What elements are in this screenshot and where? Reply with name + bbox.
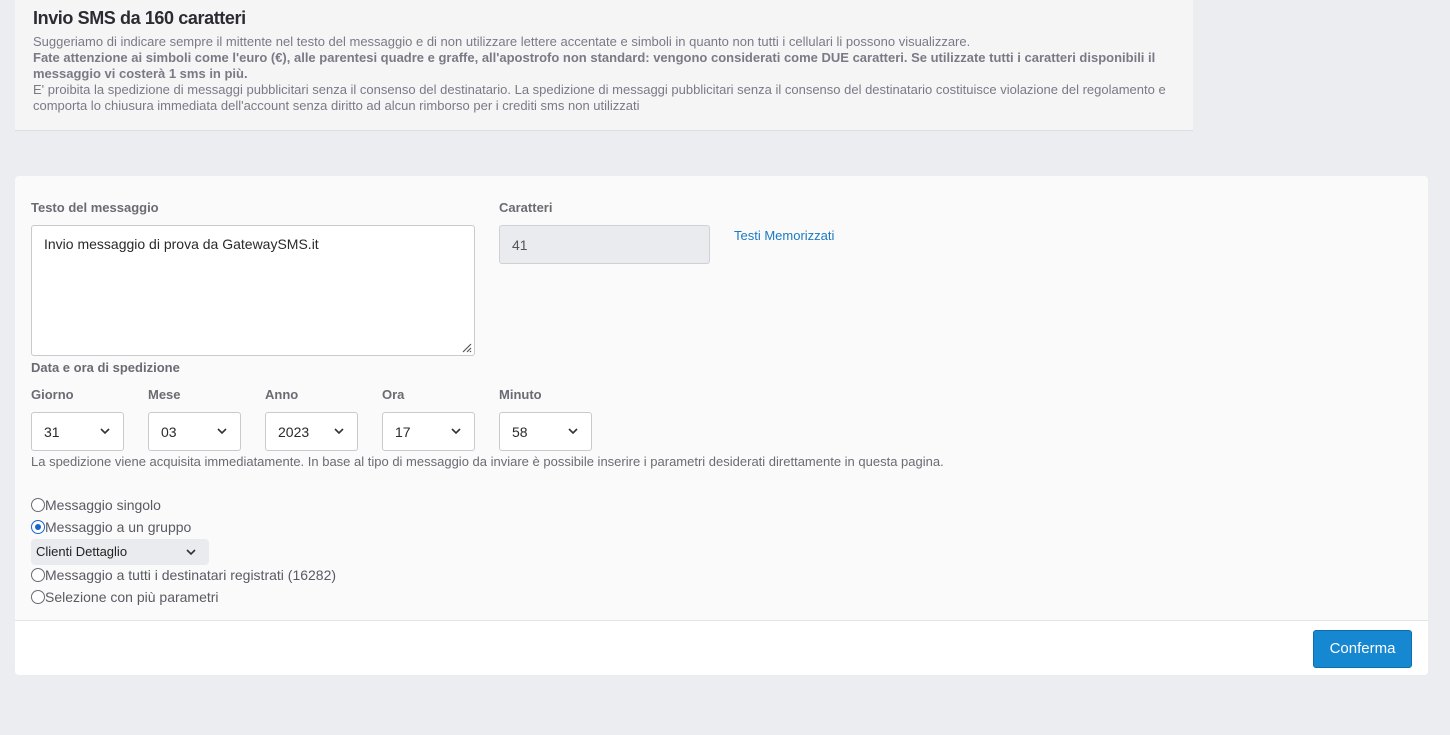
chars-count-field: 41 [499, 225, 710, 264]
group-select[interactable]: Clienti Dettaglio [31, 539, 209, 565]
radio-group-message[interactable]: Messaggio a un gruppo [31, 519, 191, 535]
chars-label: Caratteri [499, 200, 553, 215]
radio-multi-params[interactable]: Selezione con più parametri [31, 589, 219, 605]
message-textarea[interactable]: Invio messaggio di prova da GatewaySMS.i… [31, 225, 475, 356]
saved-texts-link[interactable]: Testi Memorizzati [734, 228, 834, 243]
info-panel: Invio SMS da 160 caratteri Suggeriamo di… [15, 0, 1193, 131]
hour-value: 17 [395, 424, 411, 440]
year-value: 2023 [278, 424, 310, 440]
minute-value: 58 [512, 424, 528, 440]
info-text-legal: E' proibita la spedizione di messaggi pu… [33, 82, 1166, 113]
minute-select[interactable]: 58 [499, 412, 592, 451]
radio-button[interactable] [31, 568, 45, 582]
group-value: Clienti Dettaglio [36, 544, 128, 559]
form-footer: Conferma [15, 620, 1428, 675]
message-text: Invio messaggio di prova da GatewaySMS.i… [44, 236, 319, 252]
chevron-down-icon [217, 428, 227, 435]
chevron-down-icon [568, 428, 578, 435]
resize-handle-icon[interactable] [460, 341, 472, 353]
radio-single-message[interactable]: Messaggio singolo [31, 497, 161, 513]
chevron-down-icon [451, 428, 461, 435]
hour-select[interactable]: 17 [382, 412, 475, 451]
year-select[interactable]: 2023 [265, 412, 358, 451]
day-value: 31 [44, 424, 60, 440]
radio-all-label: Messaggio a tutti i destinatari registra… [45, 567, 337, 583]
radio-group-label: Messaggio a un gruppo [45, 519, 192, 535]
radio-params-label: Selezione con più parametri [45, 589, 219, 605]
sms-form-card: Testo del messaggio Invio messaggio di p… [15, 176, 1428, 675]
radio-all-recipients[interactable]: Messaggio a tutti i destinatari registra… [31, 567, 336, 583]
minute-label: Minuto [499, 387, 542, 402]
confirm-button[interactable]: Conferma [1313, 630, 1412, 668]
year-label: Anno [265, 387, 299, 402]
chevron-down-icon [186, 549, 196, 556]
chars-count-value: 41 [512, 237, 528, 253]
datetime-label: Data e ora di spedizione [31, 360, 180, 375]
page-title: Invio SMS da 160 caratteri [33, 8, 246, 28]
chevron-down-icon [334, 428, 344, 435]
chevron-down-icon [100, 428, 110, 435]
send-note: La spedizione viene acquisita immediatam… [31, 454, 944, 469]
month-value: 03 [161, 424, 177, 440]
radio-button-selected[interactable] [31, 520, 45, 534]
day-select[interactable]: 31 [31, 412, 124, 451]
hour-label: Ora [382, 387, 405, 402]
day-label: Giorno [31, 387, 74, 402]
message-label: Testo del messaggio [31, 200, 159, 215]
radio-button[interactable] [31, 590, 45, 604]
info-text-warning: Fate attenzione ai simboli come l'euro (… [33, 50, 1156, 81]
radio-button[interactable] [31, 498, 45, 512]
radio-single-label: Messaggio singolo [45, 497, 161, 513]
info-text-tip: Suggeriamo di indicare sempre il mittent… [33, 34, 971, 49]
month-select[interactable]: 03 [148, 412, 241, 451]
month-label: Mese [148, 387, 181, 402]
